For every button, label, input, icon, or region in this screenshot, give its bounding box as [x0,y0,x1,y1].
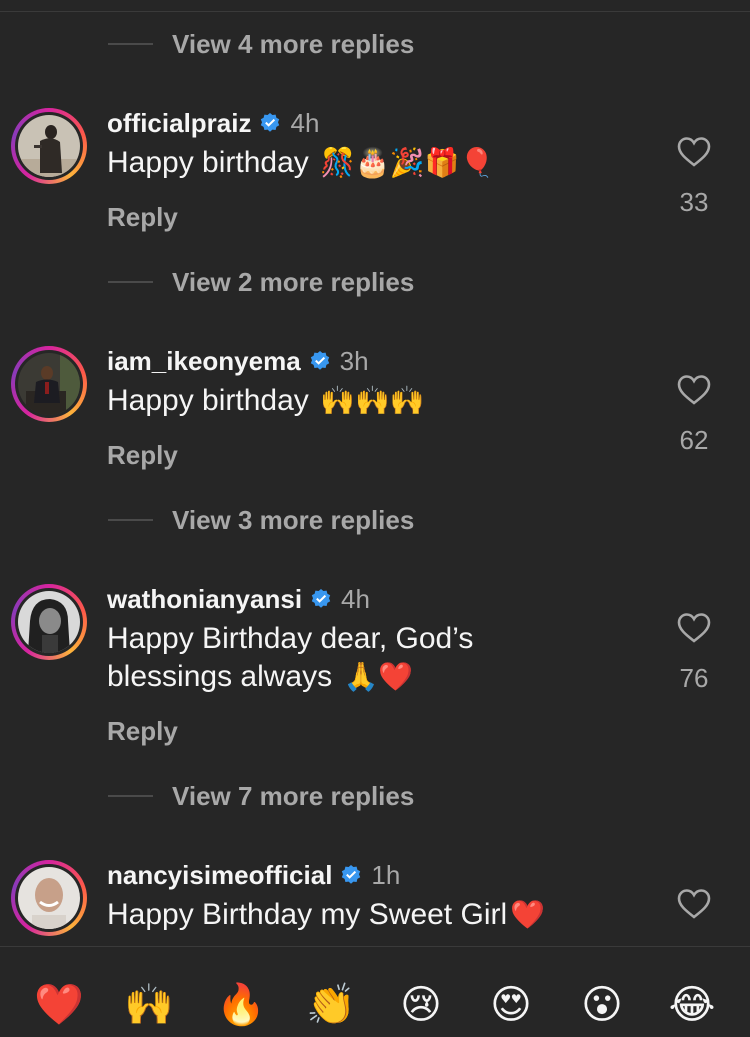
comment-time: 3h [339,345,369,376]
verified-badge-icon [259,112,281,134]
reply-button[interactable]: Reply [107,202,178,233]
replies-line [108,281,153,283]
comment-header: wathonianyansi 4h [107,584,370,614]
comment-header: iam_ikeonyema 3h [107,346,369,376]
like-count: 76 [679,663,709,693]
comment-text: Happy Birthday my Sweet Girl ❤️ [107,898,546,931]
divider [0,11,750,12]
reaction-laughing[interactable]: 😂 [664,977,720,1033]
comment-text: Happy birthday 🎊🎂🎉🎁🎈 [107,146,495,179]
view-more-replies-label: View 7 more replies [172,780,415,811]
heart-outline-icon [677,889,711,919]
view-more-replies-label: View 2 more replies [172,266,415,297]
username[interactable]: officialpraiz [107,108,251,139]
view-more-replies-label: View 4 more replies [172,28,415,59]
username[interactable]: iam_ikeonyema [107,346,301,377]
story-ring[interactable] [11,584,87,660]
comment-time: 4h [290,107,320,138]
comment-text: Happy birthday 🙌🙌🙌 [107,384,425,417]
username[interactable]: wathonianyansi [107,584,302,615]
reaction-heart-eyes[interactable]: 😍 [483,977,539,1033]
reaction-heart[interactable]: ❤️ [31,977,87,1033]
view-more-replies-label: View 3 more replies [172,504,415,535]
avatar [18,353,80,415]
view-more-replies[interactable]: View 3 more replies [108,500,414,540]
avatar [18,591,80,653]
heart-outline-icon [677,375,711,405]
username[interactable]: nancyisimeofficial [107,860,332,891]
story-ring[interactable] [11,108,87,184]
reply-button[interactable]: Reply [107,716,178,747]
view-more-replies[interactable]: View 4 more replies [108,24,414,64]
verified-badge-icon [310,588,332,610]
like-button[interactable] [664,374,724,406]
replies-line [108,43,153,45]
avatar [18,115,80,177]
comment-emoji: 🙌🙌🙌 [320,384,425,417]
story-ring[interactable] [11,346,87,422]
like-count: 33 [679,187,709,217]
comment-emoji: ❤️ [510,898,546,931]
comment-time: 1h [371,859,401,890]
comment-text: Happy Birthday dear, God’s blessings alw… [107,622,474,693]
like-button[interactable] [664,612,724,644]
story-ring[interactable] [11,860,87,936]
like-button[interactable] [664,888,724,920]
view-more-replies[interactable]: View 7 more replies [108,776,414,816]
reply-button[interactable]: Reply [107,440,178,471]
like-count: 62 [679,425,709,455]
comment-emoji: 🎊🎂🎉🎁🎈 [320,146,495,179]
reaction-raising-hands[interactable]: 🙌 [121,977,177,1033]
verified-badge-icon [340,864,362,886]
replies-line [108,795,153,797]
reaction-fire[interactable]: 🔥 [213,977,269,1033]
heart-outline-icon [677,613,711,643]
reaction-crying[interactable]: 😢 [393,977,449,1033]
comment-header: officialpraiz 4h [107,108,319,138]
comment-time: 4h [341,583,370,614]
comments-screen: View 4 more replies officialpraiz 4h Hap… [0,0,750,1037]
verified-badge-icon [309,350,331,372]
comment-emoji: 🙏❤️ [343,660,414,693]
reaction-surprised[interactable]: 😮 [574,977,630,1033]
replies-line [108,519,153,521]
emoji-reaction-bar: ❤️ 🙌 🔥 👏 😢 😍 😮 😂 [0,946,750,1037]
view-more-replies[interactable]: View 2 more replies [108,262,414,302]
heart-outline-icon [677,137,711,167]
like-button[interactable] [664,136,724,168]
avatar [18,867,80,929]
comment-header: nancyisimeofficial 1h [107,860,400,890]
reaction-clapping[interactable]: 👏 [303,977,359,1033]
